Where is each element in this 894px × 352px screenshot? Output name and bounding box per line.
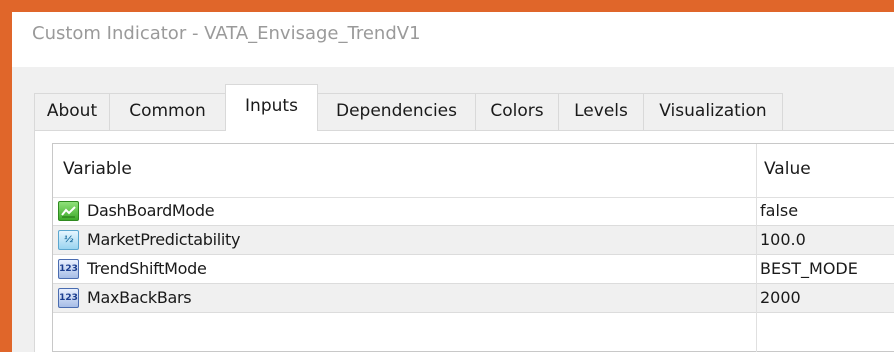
tab-colors[interactable]: Colors [475,93,559,130]
custom-indicator-dialog: Custom Indicator - VATA_Envisage_TrendV1… [12,12,894,352]
tab-label: About [46,101,98,121]
icon-label: 123 [59,264,78,274]
table-row[interactable]: 123 MaxBackBars 2000 [53,284,894,313]
int-icon: 123 [58,259,79,279]
table-row[interactable]: DashBoardMode false [53,197,894,226]
tab-about[interactable]: About [34,93,110,130]
tab-label: Levels [574,101,628,121]
table-row[interactable]: ½ MarketPredictability 100.0 [53,226,894,255]
tab-strip: About Common Inputs Dependencies Colors … [12,67,894,131]
dialog-body: About Common Inputs Dependencies Colors … [12,67,894,352]
icon-label: 123 [59,293,78,303]
variable-name: TrendShiftMode [87,259,207,278]
variable-value[interactable]: 100.0 [760,230,806,249]
variable-name: MaxBackBars [87,288,192,307]
tab-levels[interactable]: Levels [558,93,644,130]
tab-label: Visualization [659,101,767,121]
int-icon: 123 [58,288,79,308]
table-row[interactable]: 123 TrendShiftMode BEST_MODE [53,255,894,284]
tab-inputs[interactable]: Inputs [225,84,318,131]
variable-value[interactable]: 2000 [760,288,801,307]
bool-icon [58,201,79,221]
double-icon: ½ [58,230,79,250]
icon-label: ½ [63,235,74,245]
variable-name: MarketPredictability [87,230,241,249]
window-title: Custom Indicator - VATA_Envisage_TrendV1 [32,23,421,44]
variable-value[interactable]: false [760,201,798,220]
tab-label: Inputs [245,96,298,116]
column-divider[interactable] [756,144,757,352]
table-header: Variable Value [53,144,894,198]
title-bar[interactable]: Custom Indicator - VATA_Envisage_TrendV1 [12,12,894,67]
tab-label: Common [129,101,206,121]
tab-label: Colors [490,101,544,121]
variable-name: DashBoardMode [87,201,215,220]
tab-label: Dependencies [336,101,457,121]
tab-common[interactable]: Common [109,93,226,130]
tab-visualization[interactable]: Visualization [643,93,783,130]
column-header-value[interactable]: Value [764,159,811,179]
variable-value[interactable]: BEST_MODE [760,259,858,278]
tab-dependencies[interactable]: Dependencies [317,93,476,130]
column-header-variable[interactable]: Variable [63,159,132,179]
inputs-table: Variable Value DashBoardMode false ½ Mar… [52,143,894,352]
inputs-panel: Variable Value DashBoardMode false ½ Mar… [34,131,894,352]
